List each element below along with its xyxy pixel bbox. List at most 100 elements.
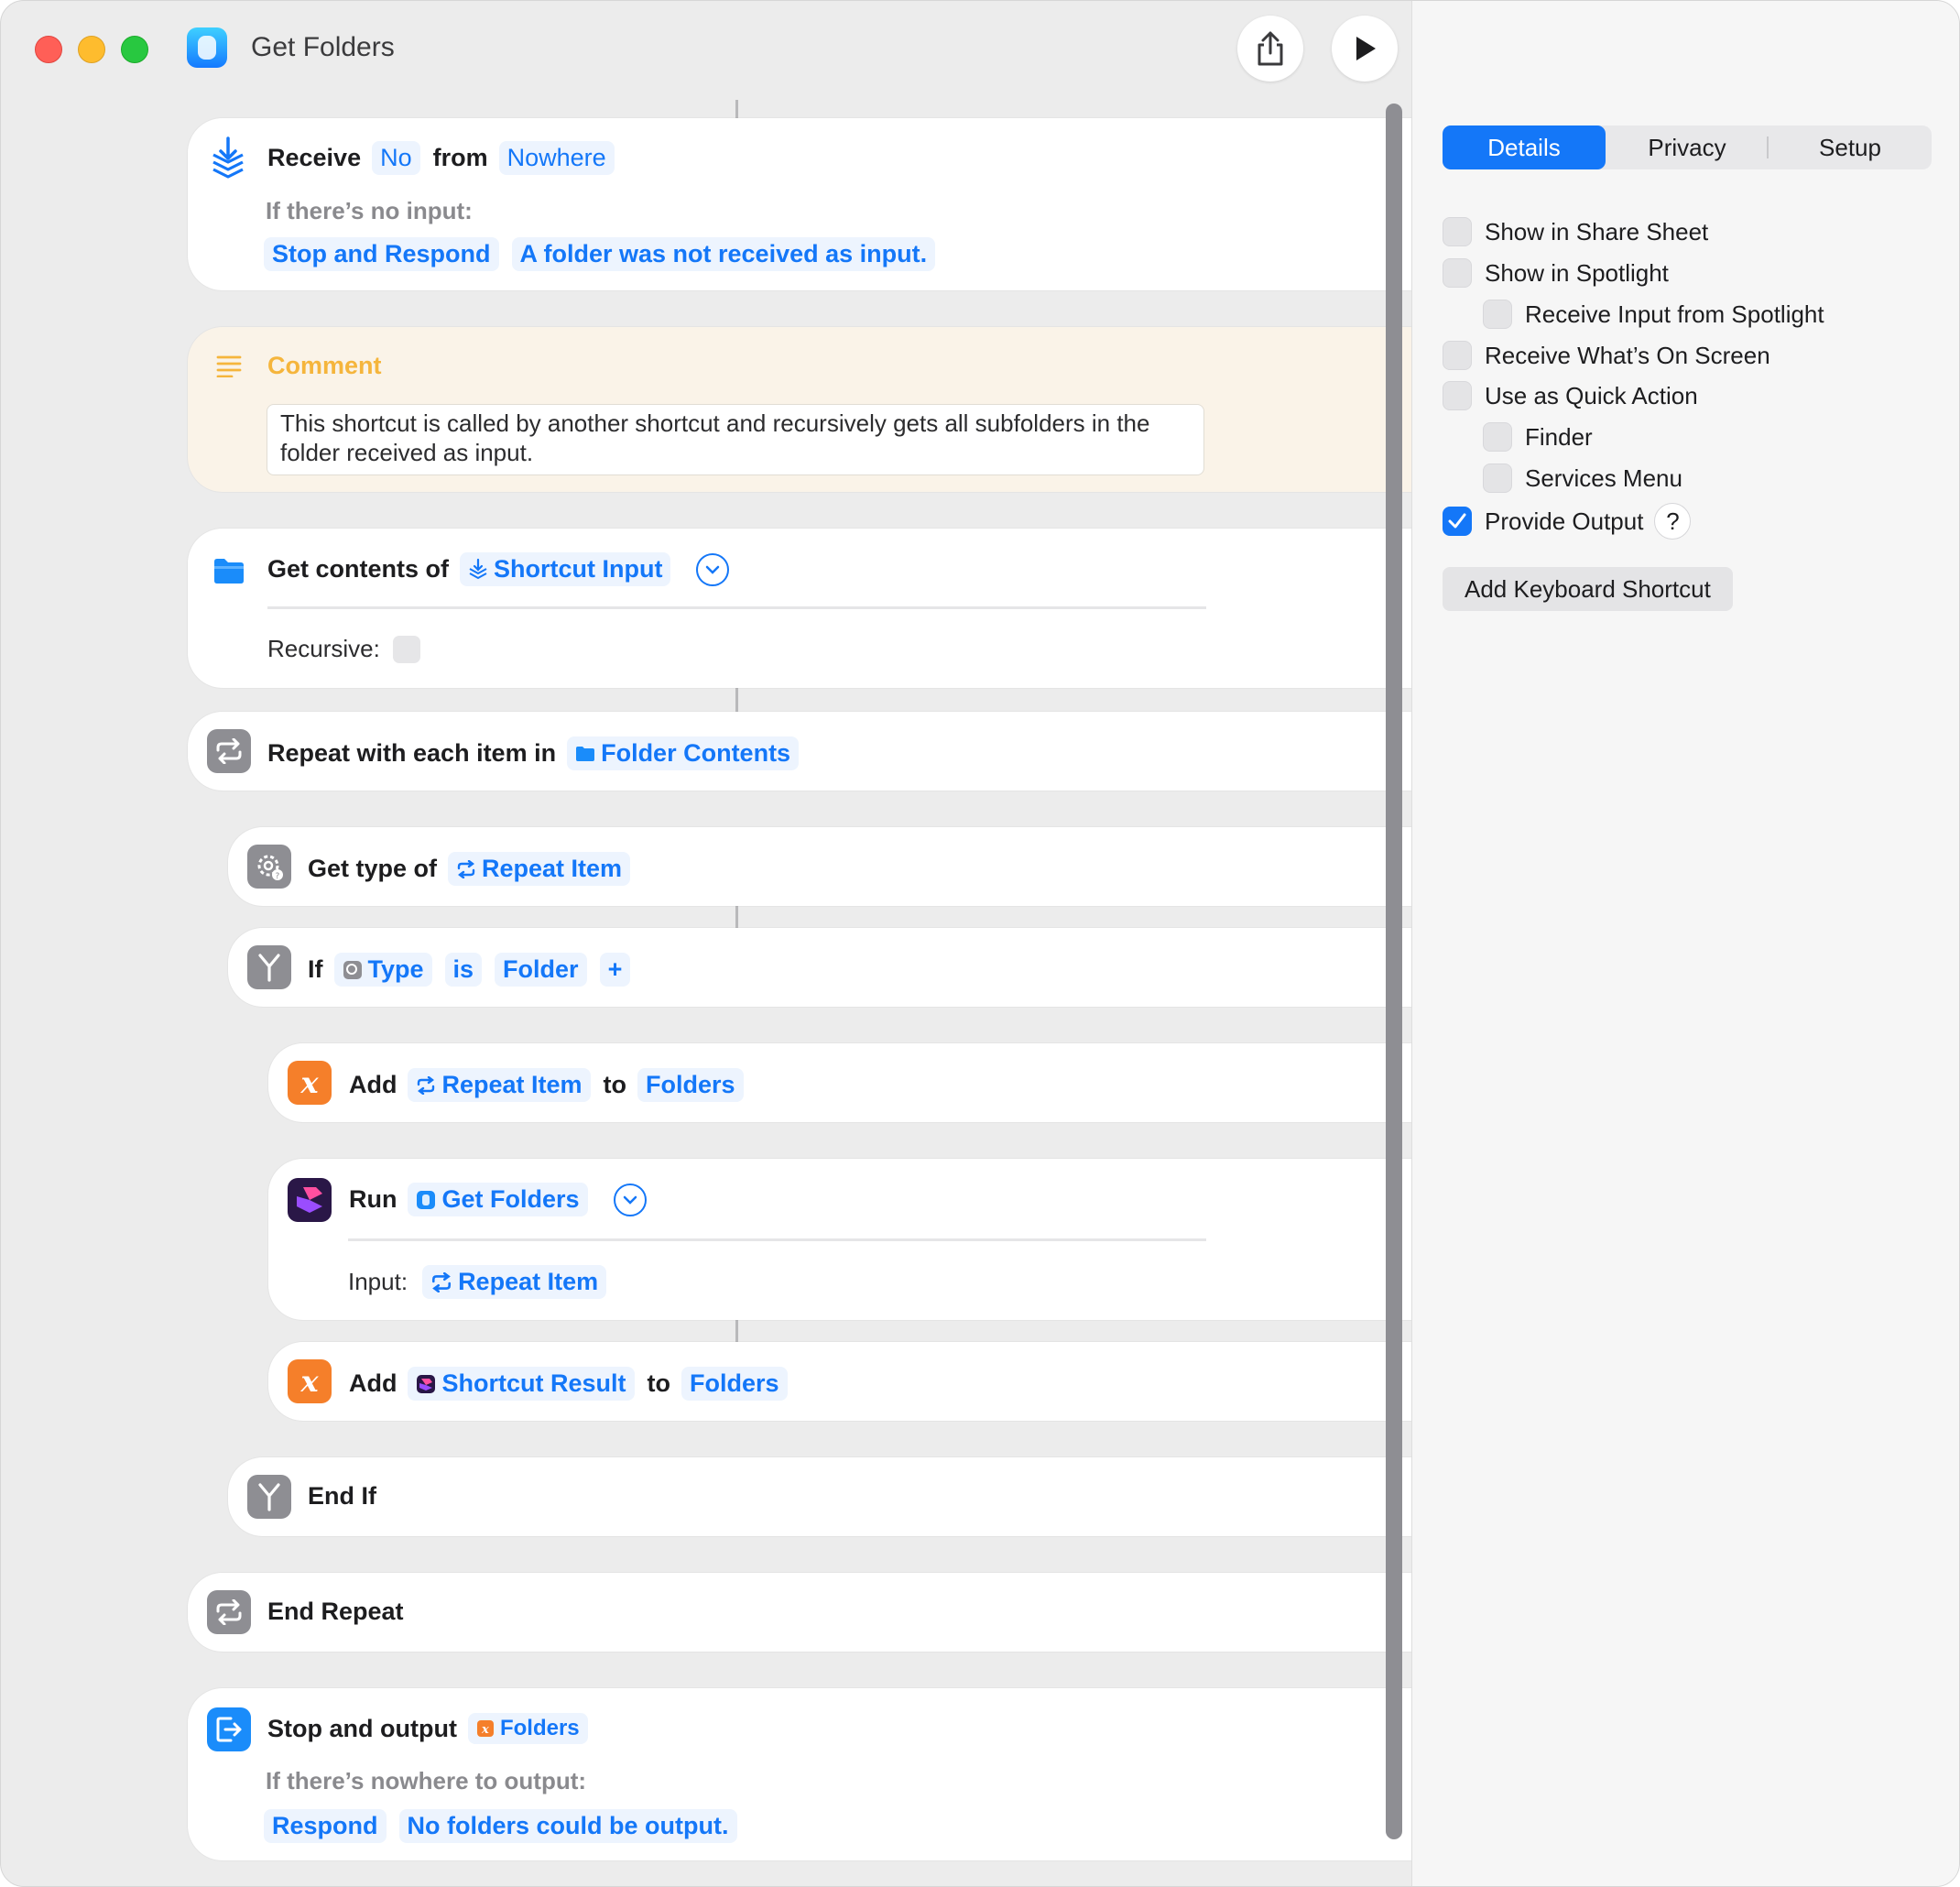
option-label: Services Menu: [1525, 464, 1682, 492]
tab-setup[interactable]: Setup: [1769, 125, 1932, 169]
option-label: Use as Quick Action: [1485, 381, 1698, 409]
services-menu-checkbox[interactable]: [1483, 464, 1512, 493]
inspector-tabs: Details Privacy Setup: [1443, 125, 1932, 169]
share-button[interactable]: [1237, 16, 1303, 82]
receive-input-token[interactable]: No: [372, 141, 420, 175]
scrollbar-thumb[interactable]: [1386, 104, 1402, 1839]
get-type-row: Get type of Repeat Item: [308, 852, 643, 886]
variable-icon: x: [288, 1061, 332, 1105]
option-services-menu[interactable]: Services Menu: [1483, 464, 1682, 493]
shortcut-result-token-label: Shortcut Result: [441, 1369, 626, 1397]
repeat-item-token[interactable]: Repeat Item: [448, 852, 631, 886]
stop-and-respond-token[interactable]: Stop and Respond: [264, 237, 499, 271]
add-condition-button[interactable]: +: [599, 953, 631, 987]
no-input-actions-row: Stop and Respond A folder was not receiv…: [264, 237, 948, 271]
no-output-message-token[interactable]: No folders could be output.: [398, 1809, 737, 1843]
share-icon: [1258, 31, 1283, 66]
stop-output-label: Stop and output: [267, 1714, 457, 1742]
recursive-checkbox[interactable]: [392, 635, 420, 663]
close-window-button[interactable]: [35, 36, 62, 63]
if-row: If Type is Folder +: [308, 953, 643, 987]
receive-from-label: from: [432, 144, 488, 171]
type-token[interactable]: Type: [333, 953, 432, 987]
receive-input-from-spotlight-checkbox[interactable]: [1483, 300, 1512, 329]
option-show-in-share-sheet[interactable]: Show in Share Sheet: [1443, 217, 1708, 246]
show-in-spotlight-checkbox[interactable]: [1443, 258, 1472, 288]
condition-operator-token[interactable]: is: [444, 953, 483, 987]
folders-variable-token[interactable]: x Folders: [467, 1713, 588, 1744]
end-repeat-label: End Repeat: [267, 1598, 404, 1625]
shortcut-input-token[interactable]: Shortcut Input: [460, 552, 671, 586]
get-contents-row: Get contents of Shortcut Input: [267, 552, 730, 586]
comment-title-row: Comment: [267, 352, 393, 380]
nowhere-row: If there’s nowhere to output:: [266, 1767, 586, 1795]
run-input-row: Input: Repeat Item: [348, 1265, 619, 1299]
receive-whats-on-screen-checkbox[interactable]: [1443, 341, 1472, 370]
option-provide-output[interactable]: Provide Output ?: [1443, 503, 1692, 540]
add-repeat-item-row: Add Repeat Item to Folders: [349, 1068, 757, 1102]
folder-contents-token-label: Folder Contents: [601, 739, 791, 767]
flow-connector: [735, 1320, 738, 1342]
type-token-label: Type: [367, 955, 424, 983]
option-label: Show in Share Sheet: [1485, 217, 1709, 245]
get-type-label: Get type of: [308, 855, 438, 882]
add-shortcut-result-row: Add Shortcut Result to Folders: [349, 1367, 800, 1401]
tab-setup-label: Setup: [1819, 133, 1881, 161]
option-label: Provide Output: [1485, 507, 1644, 535]
shortcut-app-icon: [417, 1190, 436, 1209]
tab-privacy[interactable]: Privacy: [1606, 125, 1769, 169]
run-row: Run Get Folders: [349, 1183, 647, 1216]
minimize-window-button[interactable]: [78, 36, 105, 63]
zoom-window-button[interactable]: [121, 36, 148, 63]
to-label: to: [603, 1071, 627, 1098]
option-label: Finder: [1525, 422, 1593, 451]
shortcut-result-token[interactable]: Shortcut Result: [408, 1367, 635, 1401]
comment-text-field[interactable]: This shortcut is called by another short…: [267, 404, 1204, 475]
expand-chevron-button[interactable]: [696, 552, 730, 586]
respond-token[interactable]: Respond: [264, 1809, 387, 1843]
repeat-icon: [432, 1271, 452, 1293]
get-folders-shortcut-token[interactable]: Get Folders: [408, 1183, 588, 1216]
no-input-message-token[interactable]: A folder was not received as input.: [511, 237, 936, 271]
option-use-as-quick-action[interactable]: Use as Quick Action: [1443, 381, 1698, 410]
window-title: Get Folders: [251, 32, 395, 62]
add-keyboard-shortcut-button[interactable]: Add Keyboard Shortcut: [1443, 567, 1733, 611]
recursive-label: Recursive:: [267, 635, 380, 662]
gear-icon: ?: [247, 845, 291, 889]
show-in-share-sheet-checkbox[interactable]: [1443, 217, 1472, 246]
option-finder[interactable]: Finder: [1483, 422, 1593, 452]
receive-label: Receive: [267, 144, 362, 171]
tab-details-label: Details: [1487, 133, 1561, 161]
receive-icon: [206, 135, 250, 179]
option-label: Receive What’s On Screen: [1485, 341, 1770, 369]
run-button[interactable]: [1332, 16, 1398, 82]
if-label: If: [308, 955, 323, 983]
flow-connector: [735, 688, 738, 712]
end-if-row: End If: [308, 1482, 387, 1511]
receive-source-token[interactable]: Nowhere: [498, 141, 615, 175]
expand-chevron-button[interactable]: [613, 1183, 647, 1216]
option-receive-input-from-spotlight[interactable]: Receive Input from Spotlight: [1483, 300, 1824, 329]
folders-token-label: Folders: [499, 1716, 580, 1740]
shortcuts-window: Get Folders Receive No from Nowhere If t…: [0, 0, 1960, 1887]
tab-privacy-label: Privacy: [1648, 133, 1726, 161]
folder-contents-token[interactable]: Folder Contents: [567, 736, 800, 770]
repeat-icon: [418, 1075, 435, 1095]
folders-variable-token[interactable]: Folders: [681, 1367, 788, 1401]
repeat-icon: [207, 1590, 251, 1634]
help-button[interactable]: ?: [1654, 503, 1692, 540]
get-contents-label: Get contents of: [267, 555, 450, 583]
use-as-quick-action-checkbox[interactable]: [1443, 381, 1472, 410]
provide-output-checkbox[interactable]: [1443, 507, 1472, 536]
flow-connector: [735, 100, 738, 118]
folders-variable-token[interactable]: Folders: [637, 1068, 744, 1102]
repeat-item-token[interactable]: Repeat Item: [408, 1068, 591, 1102]
repeat-item-token-label: Repeat Item: [458, 1268, 599, 1295]
shortcut-input-icon: [469, 558, 487, 579]
tab-details[interactable]: Details: [1443, 125, 1606, 169]
repeat-item-token[interactable]: Repeat Item: [422, 1265, 607, 1299]
finder-checkbox[interactable]: [1483, 422, 1512, 452]
condition-value-token[interactable]: Folder: [495, 953, 587, 987]
option-show-in-spotlight[interactable]: Show in Spotlight: [1443, 258, 1669, 288]
option-receive-whats-on-screen[interactable]: Receive What’s On Screen: [1443, 341, 1770, 370]
